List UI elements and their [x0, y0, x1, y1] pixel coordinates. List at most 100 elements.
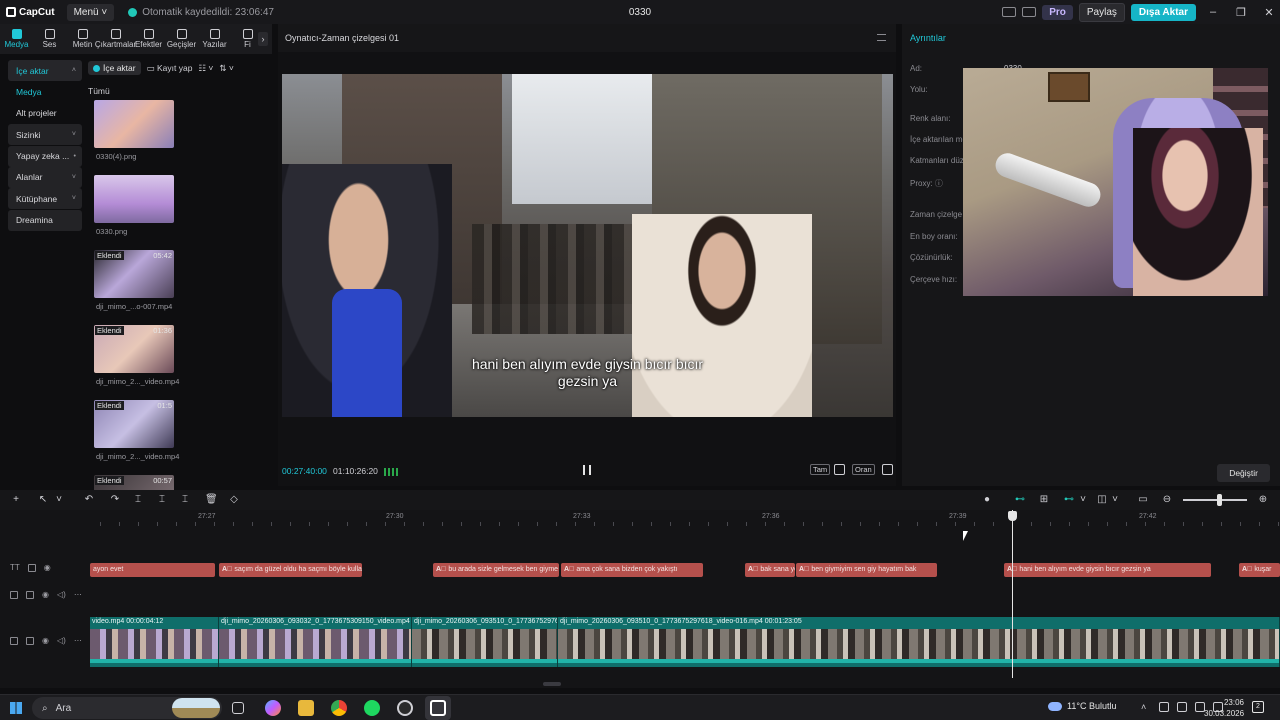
pro-button[interactable]: Pro	[1042, 4, 1073, 20]
marker-icon[interactable]: ◇	[229, 495, 239, 505]
visibility-icon[interactable]: ◉	[44, 563, 51, 572]
notification-icon[interactable]: 2	[1252, 701, 1264, 713]
weather-widget[interactable]: 11°C Bulutlu	[1048, 701, 1116, 711]
audio-icon[interactable]: ◁)	[57, 590, 66, 599]
record-button[interactable]: ▭ Kayıt yap	[147, 63, 193, 74]
media-thumbnail[interactable]: Eklendi 01:5	[94, 400, 174, 448]
tool-tab-2[interactable]: Metin	[66, 24, 99, 54]
media-item[interactable]: 0330.png	[88, 175, 272, 250]
tool-tab-5[interactable]: Geçişler	[165, 24, 198, 54]
link-icon[interactable]: ⊷	[1015, 495, 1025, 505]
media-item[interactable]: 0330(4).png	[88, 100, 272, 175]
nav-item-1[interactable]: Medya	[8, 81, 82, 102]
task-view-icon[interactable]	[232, 702, 244, 714]
nav-item-7[interactable]: Dreamina	[8, 209, 82, 231]
pause-icon[interactable]	[583, 465, 591, 475]
trim-left-icon[interactable]: ⌶	[157, 495, 167, 505]
copilot-icon[interactable]	[265, 700, 281, 716]
tool-tab-4[interactable]: Efektler	[132, 24, 165, 54]
subtitle-clip[interactable]: A⃒ ama çok sana bizden çok yakıştı	[561, 563, 703, 577]
microphone-icon[interactable]: ●	[982, 495, 992, 505]
fullscreen-icon[interactable]	[882, 464, 893, 475]
media-thumbnail[interactable]: Eklendi 05:42	[94, 250, 174, 298]
microphone-tray-icon[interactable]	[1177, 702, 1187, 712]
lock-icon[interactable]	[26, 590, 34, 599]
all-filter[interactable]: Tümü	[88, 86, 272, 96]
subtitle-clip[interactable]: A⃒hani ben alıyım evde giysin bıcır gezs…	[1004, 563, 1211, 577]
taskbar-search[interactable]: ⌕ Ara	[32, 697, 222, 719]
nav-item-6[interactable]: Kütüphane ˅	[8, 188, 82, 210]
close-icon[interactable]: ✕	[1258, 6, 1280, 19]
taskbar-clock[interactable]: 23:06 30.03.2026	[1204, 697, 1244, 719]
trim-right-icon[interactable]: ⌶	[180, 495, 190, 505]
capcut-taskbar-icon[interactable]	[430, 700, 446, 716]
zoom-slider-handle[interactable]	[1217, 494, 1222, 506]
more-icon[interactable]: ⋯	[74, 590, 82, 599]
zoom-in-icon[interactable]: ⊕	[1258, 495, 1268, 505]
ratio-button[interactable]: Oran	[852, 464, 875, 475]
add-icon[interactable]: +	[11, 495, 21, 505]
split-icon[interactable]: ⌶	[133, 495, 143, 505]
more-icon[interactable]: ⋯	[74, 636, 82, 645]
subtitle-clip[interactable]: A⃒ bak sana ye	[745, 563, 795, 577]
subtitle-clip[interactable]: A⃒ ben giymiyim sen giy hayatım bak	[796, 563, 937, 577]
media-item[interactable]: Eklendi 05:42 dji_mimo_...o-007.mp4	[88, 250, 272, 325]
visibility-icon[interactable]: ◉	[42, 590, 49, 599]
undo-icon[interactable]: ↶	[84, 495, 94, 505]
media-item[interactable]: Eklendi 01:5 dji_mimo_2..._video.mp4	[88, 400, 272, 475]
video-clip[interactable]: dji_mimo_20260306_093510_0_1773675297618…	[558, 617, 1280, 667]
tool-tab-0[interactable]: Medya	[0, 24, 33, 54]
full-button[interactable]: Tam	[810, 464, 831, 475]
media-thumbnail[interactable]	[94, 100, 174, 148]
playhead[interactable]	[1012, 510, 1013, 678]
chevron-down-icon[interactable]: ˅	[1078, 495, 1088, 505]
media-thumbnail[interactable]	[94, 175, 174, 223]
maximize-icon[interactable]: ❐	[1230, 6, 1252, 19]
chevron-up-icon[interactable]: ˄	[1141, 702, 1151, 712]
speaker-icon[interactable]	[1159, 702, 1169, 712]
video-clip[interactable]: dji_mimo_20260306_093032_0_1773675309150…	[219, 617, 412, 667]
player-menu-icon[interactable]	[877, 34, 886, 41]
chevron-down-icon[interactable]: ˅	[1110, 495, 1120, 505]
change-button[interactable]: Değiştir	[1217, 464, 1270, 482]
fit-icon[interactable]: ▭	[1138, 495, 1148, 505]
visibility-icon[interactable]: ◉	[42, 636, 49, 645]
nav-item-5[interactable]: Alanlar ˅	[8, 166, 82, 188]
playhead-handle[interactable]	[1008, 511, 1017, 521]
spotify-icon[interactable]	[364, 700, 380, 716]
zoom-out-icon[interactable]: ⊖	[1162, 495, 1172, 505]
export-button[interactable]: Dışa Aktar	[1130, 3, 1196, 21]
lock-icon[interactable]	[27, 563, 36, 572]
redo-icon[interactable]: ↷	[110, 495, 120, 505]
layout-icon[interactable]	[1002, 7, 1017, 17]
video-preview[interactable]: hani ben alıyım evde giysin bıcır bıcır …	[282, 74, 893, 417]
media-thumbnail[interactable]: Eklendi 01:36	[94, 325, 174, 373]
tool-tab-6[interactable]: Yazılar	[198, 24, 231, 54]
import-button[interactable]: İçe aktar	[88, 61, 141, 75]
zoom-slider[interactable]	[1183, 499, 1247, 501]
lock-icon[interactable]	[26, 636, 34, 645]
preview-axis-icon[interactable]: ⊷	[1064, 495, 1074, 505]
subtitle-clip[interactable]: ayon evet	[90, 563, 215, 577]
select-tool-icon[interactable]: ↖	[38, 495, 48, 505]
sort-icon[interactable]: ⇅ ˅	[219, 63, 233, 74]
windows-start-icon[interactable]	[10, 702, 22, 714]
crop-icon[interactable]	[834, 464, 845, 475]
tool-tab-3[interactable]: Çıkartmalar	[95, 24, 136, 54]
snap-icon[interactable]: ⊞	[1039, 495, 1049, 505]
nav-item-3[interactable]: Sizinki ˅	[8, 124, 82, 146]
timeline-ruler[interactable]: 27:27 27:30 27:33 27:36 27:39 27:42	[90, 510, 1280, 526]
chrome-icon[interactable]	[331, 700, 347, 716]
delete-icon[interactable]: 🗑	[205, 495, 218, 505]
nav-item-2[interactable]: Alt projeler	[8, 103, 82, 124]
subtitle-clip[interactable]: A⃒ kuşar	[1239, 563, 1280, 577]
share-button[interactable]: Paylaş	[1078, 2, 1125, 22]
view-toggle-icon[interactable]: ☷ ˅	[198, 63, 213, 74]
video-clip[interactable]: dji_mimo_20260306_093510_0_177367529761	[412, 617, 558, 667]
nav-item-4[interactable]: Yapay zeka ... •	[8, 145, 82, 167]
menu-button[interactable]: Menü ˅	[66, 3, 115, 21]
tool-tab-1[interactable]: Ses	[33, 24, 66, 54]
shortcuts-icon[interactable]	[1022, 7, 1037, 17]
file-explorer-icon[interactable]	[298, 700, 314, 716]
nav-item-0[interactable]: İçe aktar ˄	[8, 60, 82, 81]
